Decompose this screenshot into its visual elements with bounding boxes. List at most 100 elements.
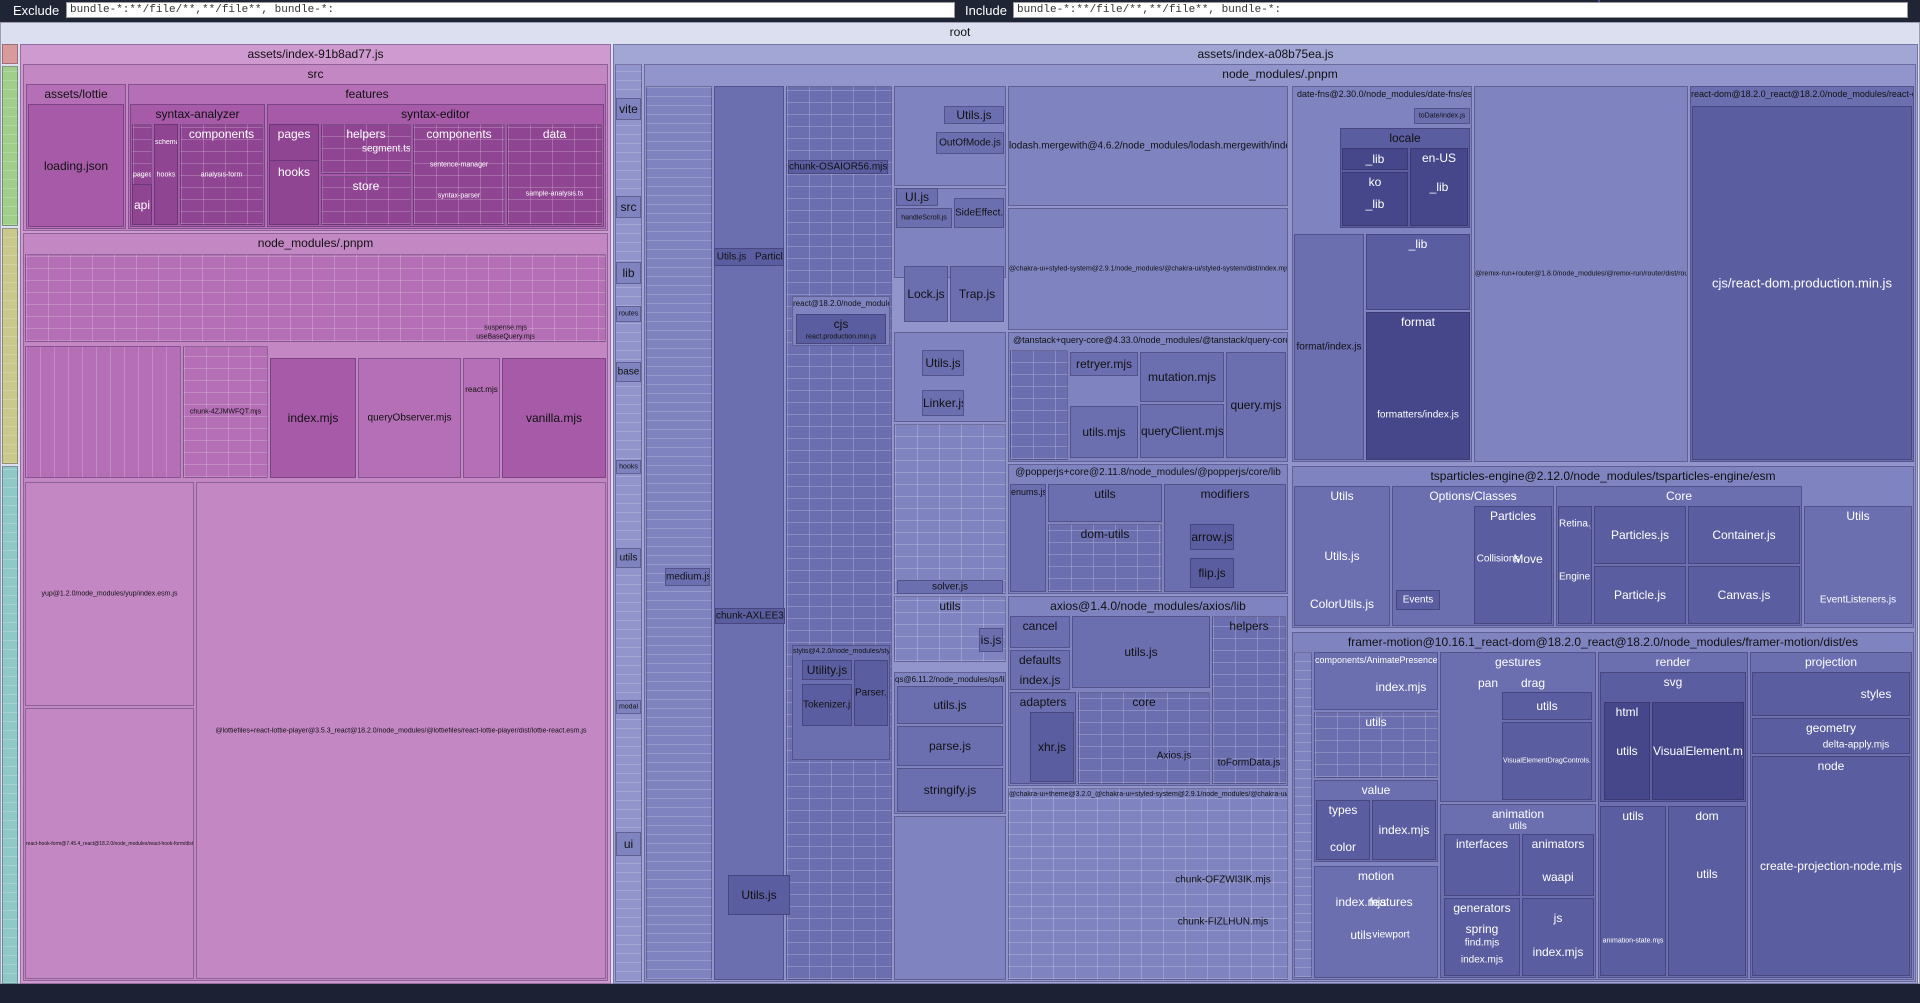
pkg-group[interactable] bbox=[25, 346, 181, 478]
file-query[interactable]: query.mjs bbox=[1226, 352, 1286, 458]
folder-helpers[interactable]: helpers segment.ts bbox=[321, 124, 411, 174]
folder-html[interactable]: html utils bbox=[1604, 702, 1650, 800]
treemap-node[interactable] bbox=[2, 466, 18, 984]
pkg-hook-form[interactable]: react-hook-form@7.45.4_react@18.2.0/node… bbox=[25, 708, 194, 979]
file-flip[interactable]: flip.js bbox=[1190, 558, 1234, 588]
file-xhr[interactable]: xhr.js bbox=[1030, 712, 1074, 782]
pkg-yup[interactable]: yup@1.2.0/node_modules/yup/index.esm.js bbox=[25, 482, 194, 706]
file-container[interactable]: Container.js bbox=[1688, 506, 1800, 564]
pkg-group[interactable] bbox=[1294, 652, 1312, 978]
folder-routes[interactable]: routes bbox=[616, 306, 641, 322]
folder-render-utils[interactable]: utils animation-state.mjs bbox=[1600, 806, 1666, 976]
file-react-mjs[interactable]: react.mjs bbox=[463, 358, 500, 478]
file-arrow[interactable]: arrow.js bbox=[1190, 524, 1234, 550]
file-tokenizer[interactable]: Tokenizer.js bbox=[802, 684, 852, 726]
folder-components[interactable]: components analysis-form bbox=[180, 124, 263, 225]
file-query-observer[interactable]: queryObserver.mjs bbox=[358, 358, 461, 478]
file-ui[interactable]: UI.js bbox=[896, 188, 938, 206]
folder-types[interactable]: types color bbox=[1316, 800, 1370, 860]
folder-base[interactable]: base bbox=[616, 362, 641, 382]
file-value-index[interactable]: index.mjs bbox=[1372, 800, 1436, 860]
file-visual-drag[interactable]: VisualElementDragControls.mjs bbox=[1502, 722, 1592, 800]
file-trap[interactable]: Trap.js bbox=[950, 266, 1004, 322]
folder-lib-u[interactable]: _lib bbox=[1342, 148, 1408, 170]
folder-misc[interactable]: schemas hooks bbox=[154, 124, 178, 225]
file-utils-js[interactable]: Utils.js Particles.js bbox=[714, 248, 784, 266]
file-qs-utils[interactable]: utils.js bbox=[897, 686, 1003, 724]
file-vanilla[interactable]: vanilla.mjs bbox=[502, 358, 606, 478]
folder-api[interactable]: api bbox=[132, 184, 152, 225]
file-index-mjs[interactable]: index.mjs bbox=[270, 358, 356, 478]
file-handle-scroll[interactable]: handleScroll.js bbox=[896, 208, 952, 228]
folder-cancel[interactable]: cancel bbox=[1010, 616, 1070, 648]
pkg-chakra-styled[interactable]: @chakra-ui+styled-system@2.9.1/node_modu… bbox=[1008, 208, 1288, 330]
pkg-group[interactable] bbox=[894, 424, 1006, 594]
folder-utils2[interactable]: Utils EventListeners.js bbox=[1804, 506, 1912, 624]
folder-src-r[interactable]: src bbox=[616, 196, 641, 218]
folder-store[interactable]: store bbox=[321, 176, 411, 225]
folder-modal[interactable]: modal bbox=[616, 700, 641, 714]
folder-helpers[interactable]: helpers toFormData.js bbox=[1212, 616, 1286, 784]
folder-se-components[interactable]: components sentence-manager syntax-parse… bbox=[413, 124, 505, 225]
file-linker[interactable]: Linker.js bbox=[922, 390, 964, 416]
folder-lib-u3[interactable]: _lib bbox=[1366, 234, 1470, 310]
pkg-lottie-player[interactable]: @lottiefiles+react-lottie-player@3.5.3_r… bbox=[196, 482, 606, 979]
folder-en-us[interactable]: en-US _lib bbox=[1410, 148, 1468, 226]
file-lock[interactable]: Lock.js bbox=[904, 266, 948, 322]
pkg-column[interactable] bbox=[714, 86, 784, 980]
folder-data[interactable]: data sample-analysis.ts bbox=[507, 124, 602, 225]
pkg-group[interactable] bbox=[1010, 350, 1068, 460]
file-stringify[interactable]: stringify.js bbox=[897, 768, 1003, 812]
folder-animators[interactable]: animators waapi bbox=[1522, 834, 1594, 896]
pkg-chakra-theme[interactable]: @chakra-ui+theme@3.2.0_@chakra-ui+styled… bbox=[1008, 788, 1288, 980]
folder-particles[interactable]: Particles Collisions Move bbox=[1474, 506, 1552, 624]
file-retryer[interactable]: retryer.mjs bbox=[1070, 352, 1138, 376]
file-query-client[interactable]: queryClient.mjs bbox=[1140, 404, 1224, 458]
file-side-effect[interactable]: SideEffect.js bbox=[954, 198, 1004, 228]
folder-dom[interactable]: dom utils bbox=[1668, 806, 1746, 976]
pkg-group-small[interactable]: suspense.mjs useBaseQuery.mjs bbox=[25, 254, 606, 342]
folder-hooks-r[interactable]: hooks bbox=[616, 460, 641, 474]
folder-fm-utils[interactable]: utils bbox=[1314, 712, 1438, 778]
file-parse[interactable]: parse.js bbox=[897, 726, 1003, 766]
folder-core-axios[interactable]: core Axios.js bbox=[1078, 692, 1210, 784]
include-input[interactable] bbox=[1013, 2, 1908, 18]
file-particles-ts[interactable]: Particles.js bbox=[1594, 506, 1686, 564]
folder-ui[interactable]: ui bbox=[616, 832, 641, 856]
file-utils-caps[interactable]: Utils.js bbox=[728, 875, 790, 915]
folder-hooks[interactable]: hooks bbox=[269, 160, 319, 225]
folder-js[interactable]: js index.mjs bbox=[1522, 898, 1594, 976]
file-utils-mjs[interactable]: utils.mjs bbox=[1070, 406, 1138, 458]
folder-events[interactable]: Events bbox=[1396, 590, 1440, 610]
file-outofmode[interactable]: OutOfMode.js bbox=[936, 132, 1004, 154]
folder-drag-utils[interactable]: utils bbox=[1502, 692, 1592, 720]
file-medium[interactable]: medium.js bbox=[665, 568, 710, 586]
file-canvas[interactable]: Canvas.js bbox=[1688, 566, 1800, 624]
folder-animate-presence[interactable]: components/AnimatePresence index.mjs bbox=[1314, 652, 1438, 710]
folder-dom-utils[interactable]: dom-utils bbox=[1048, 524, 1162, 592]
file-to-date[interactable]: toDate/index.js bbox=[1414, 108, 1470, 124]
folder-node[interactable]: node create-projection-node.mjs bbox=[1752, 756, 1910, 976]
folder-defaults[interactable]: defaults index.js bbox=[1010, 650, 1070, 690]
file-loading-json[interactable]: loading.json bbox=[28, 104, 124, 227]
pkg-lodash[interactable]: lodash.mergewith@4.6.2/node_modules/loda… bbox=[1008, 86, 1288, 206]
folder-styles[interactable]: styles bbox=[1752, 672, 1910, 716]
pkg-group[interactable]: chunk-4ZJMWFQT.mjs bbox=[183, 346, 268, 478]
file-is[interactable]: is.js bbox=[979, 628, 1003, 652]
file-chunk-osa[interactable]: chunk-OSAIOR56.mjs bbox=[788, 160, 888, 174]
file-utils-caps3[interactable]: Utils.js bbox=[922, 350, 964, 376]
file-parser[interactable]: Parser.js bbox=[854, 660, 888, 726]
folder-ko[interactable]: ko _lib bbox=[1342, 172, 1408, 226]
folder-lib[interactable]: lib bbox=[616, 262, 641, 284]
folder-motion[interactable]: motion index.mjs features utils viewport bbox=[1314, 866, 1438, 978]
file-a-utils[interactable]: utils.js bbox=[1072, 616, 1210, 688]
file-utils-caps2[interactable]: Utils.js bbox=[944, 106, 1004, 124]
file-particle[interactable]: Particle.js bbox=[1594, 566, 1686, 624]
folder-vite[interactable]: vite bbox=[616, 98, 641, 120]
file-solver[interactable]: solver.js bbox=[897, 580, 1003, 594]
folder-interfaces[interactable]: interfaces bbox=[1444, 834, 1520, 896]
treemap-node[interactable] bbox=[2, 66, 18, 226]
treemap-node[interactable] bbox=[2, 44, 18, 64]
file-mutation[interactable]: mutation.mjs bbox=[1140, 352, 1224, 402]
pkg-group[interactable] bbox=[894, 816, 1006, 980]
